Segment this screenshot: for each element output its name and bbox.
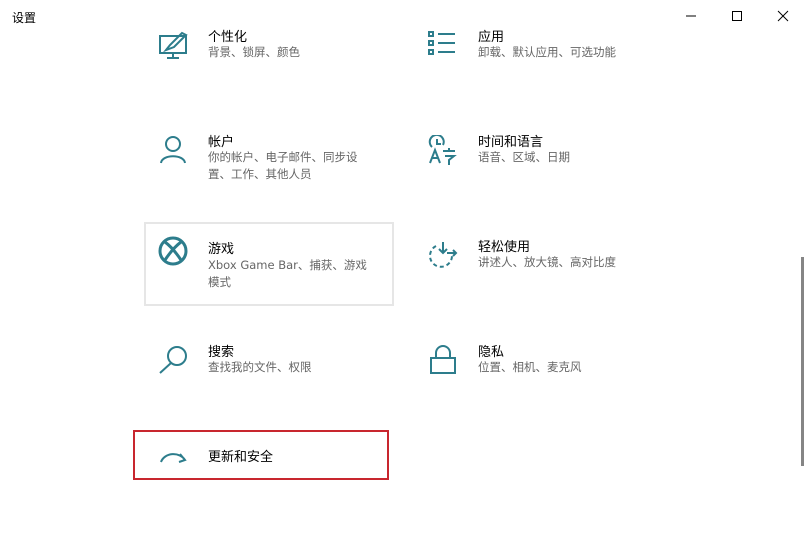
tile-time-language[interactable]: 时间和语言 语音、区域、日期 (414, 133, 664, 221)
tile-gaming[interactable]: 游戏 Xbox Game Bar、捕获、游戏模式 (144, 222, 394, 306)
tile-subtitle: 语音、区域、日期 (478, 150, 570, 164)
tile-search[interactable]: 搜索 查找我的文件、权限 (144, 345, 394, 431)
ease-of-access-icon (428, 240, 460, 272)
tile-title: 时间和语言 (478, 135, 544, 150)
minimize-button[interactable] (668, 0, 714, 32)
time-language-icon (428, 133, 460, 167)
tile-subtitle: Xbox Game Bar、捕获、游戏模式 (208, 258, 367, 289)
lock-icon (428, 345, 460, 377)
scrollbar[interactable] (801, 257, 804, 466)
tile-subtitle: 你的帐户、电子邮件、同步设置、工作、其他人员 (208, 150, 358, 181)
tile-title: 游戏 (208, 242, 235, 257)
tile-title: 隐私 (478, 345, 505, 360)
window-title: 设置 (12, 11, 37, 25)
close-button[interactable] (760, 0, 806, 32)
tile-accounts[interactable]: 帐户 你的帐户、电子邮件、同步设置、工作、其他人员 (144, 135, 394, 221)
tile-subtitle: 查找我的文件、权限 (208, 360, 312, 374)
account-icon (158, 135, 190, 167)
apps-icon (428, 30, 460, 62)
tile-title: 更新和安全 (208, 450, 274, 465)
tile-subtitle: 讲述人、放大镜、高对比度 (478, 255, 616, 269)
maximize-button[interactable] (714, 0, 760, 32)
tile-title: 轻松使用 (478, 240, 531, 255)
search-icon (158, 345, 190, 377)
tile-personalization[interactable]: 个性化 背景、锁屏、颜色 (144, 30, 394, 126)
tile-privacy[interactable]: 隐私 位置、相机、麦克风 (414, 345, 664, 431)
tile-subtitle: 背景、锁屏、颜色 (208, 45, 300, 59)
tile-apps[interactable]: 应用 卸载、默认应用、可选功能 (414, 30, 664, 126)
tile-subtitle: 卸载、默认应用、可选功能 (478, 45, 616, 59)
update-icon (158, 450, 190, 482)
tile-title: 个性化 (208, 30, 248, 45)
tile-title: 应用 (478, 30, 505, 45)
tile-title: 帐户 (208, 135, 235, 150)
xbox-icon (158, 236, 190, 268)
personalization-icon (158, 30, 190, 62)
tile-subtitle: 位置、相机、麦克风 (478, 360, 582, 374)
tile-title: 搜索 (208, 345, 235, 360)
tile-ease-of-access[interactable]: 轻松使用 讲述人、放大镜、高对比度 (414, 240, 664, 326)
tile-update-security[interactable]: 更新和安全 (144, 450, 394, 536)
